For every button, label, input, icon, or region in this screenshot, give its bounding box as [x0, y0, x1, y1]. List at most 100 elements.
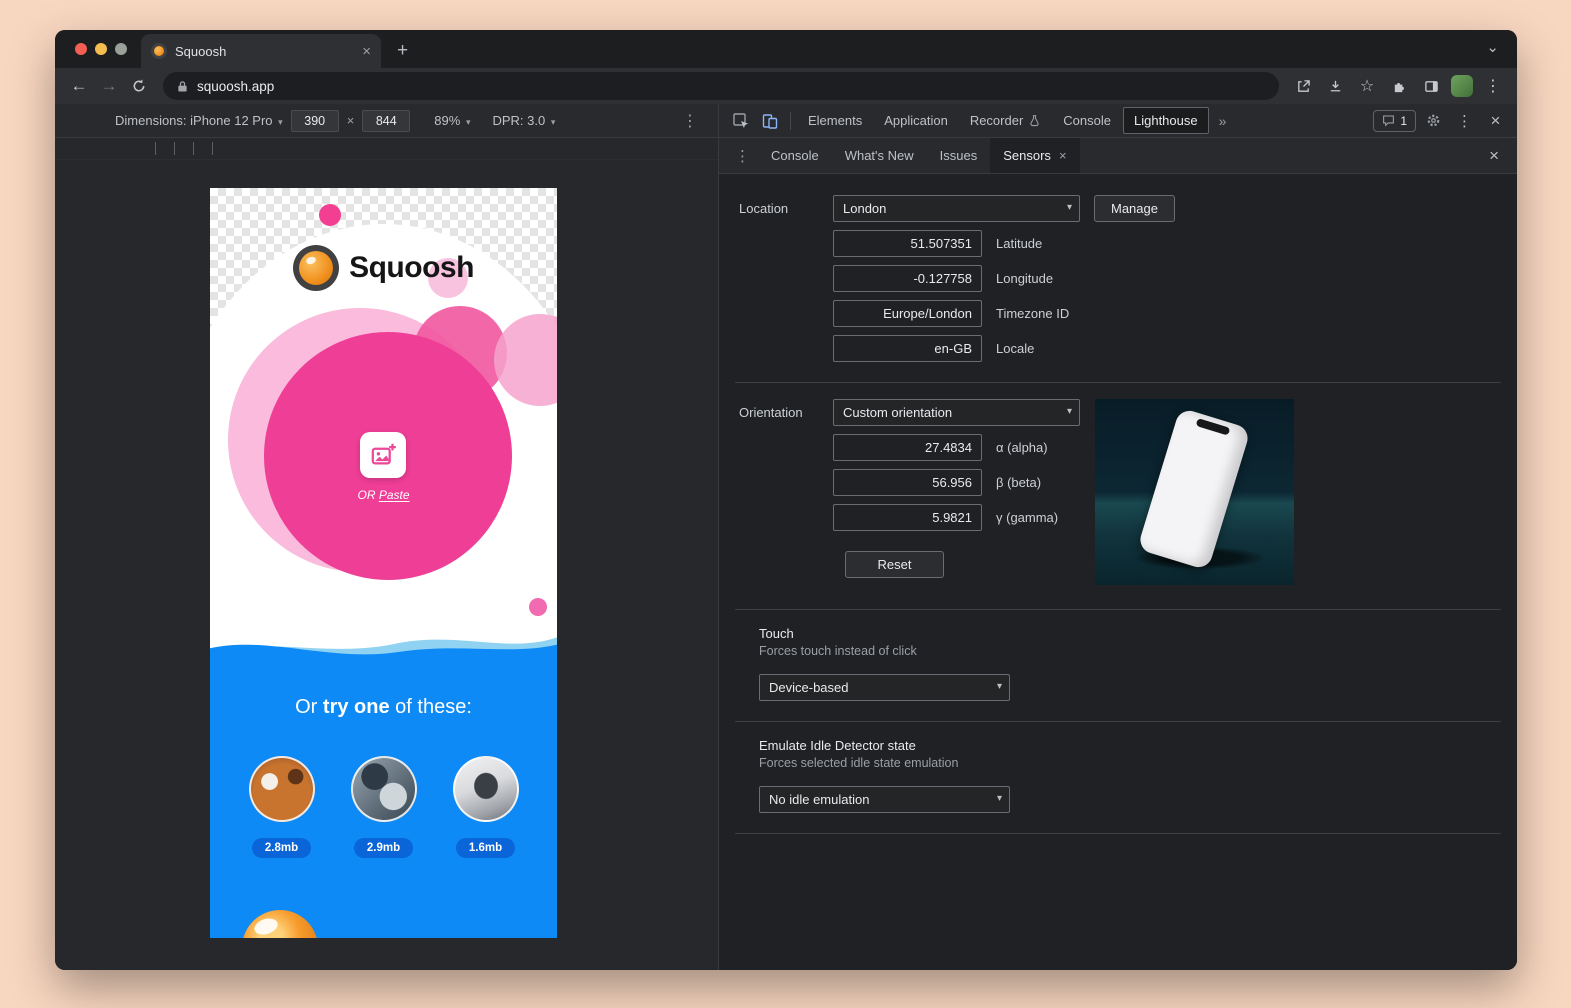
idle-title: Emulate Idle Detector state: [759, 738, 1517, 753]
idle-description: Forces selected idle state emulation: [759, 756, 1517, 770]
section-divider: [735, 382, 1501, 383]
close-devtools-icon[interactable]: ×: [1482, 108, 1509, 134]
tab-close-icon[interactable]: ×: [362, 44, 371, 59]
idle-value: No idle emulation: [769, 792, 869, 807]
dpr-select[interactable]: DPR: 3.0 ▾: [492, 113, 555, 128]
timezone-input[interactable]: [833, 300, 982, 327]
touch-group: Touch Forces touch instead of click Devi…: [739, 626, 1517, 701]
tab-search-chevron-icon[interactable]: ⌄: [1486, 38, 1499, 56]
touch-select[interactable]: Device-based ▾: [759, 674, 1010, 701]
open-in-new-icon[interactable]: [1289, 73, 1317, 99]
touch-description: Forces touch instead of click: [759, 644, 1517, 658]
locale-input[interactable]: [833, 335, 982, 362]
dropdown-arrow-icon: ▾: [997, 681, 1002, 692]
squoosh-wordmark: Squoosh: [349, 251, 474, 285]
dropdown-arrow-icon: ▾: [466, 117, 471, 127]
alpha-input[interactable]: [833, 434, 982, 461]
squoosh-app-viewport: Squoosh: [210, 188, 557, 938]
sample-item: 2.8mb: [249, 756, 315, 858]
tab-recorder-label: Recorder: [970, 113, 1023, 128]
alpha-label: α (alpha): [996, 440, 1048, 455]
drawer-menu-icon[interactable]: ⋮: [727, 138, 758, 173]
sample-photo-panda[interactable]: [249, 756, 315, 822]
url-text: squoosh.app: [197, 79, 274, 94]
sample-photo-phone[interactable]: [453, 756, 519, 822]
location-select[interactable]: London ▾: [833, 195, 1080, 222]
address-bar[interactable]: squoosh.app: [163, 72, 1279, 100]
viewport-height-input[interactable]: [362, 110, 410, 132]
drawer-tab-console[interactable]: Console: [758, 138, 832, 173]
gamma-input[interactable]: [833, 504, 982, 531]
zoom-select[interactable]: 89% ▾: [434, 113, 470, 128]
drop-prefix: OR: [357, 488, 378, 502]
tab-application[interactable]: Application: [874, 106, 958, 135]
device-toolbar-menu-icon[interactable]: ⋮: [682, 111, 698, 131]
drawer-tab-whats-new[interactable]: What's New: [832, 138, 927, 173]
browser-menu-icon[interactable]: ⋮: [1479, 73, 1507, 99]
phone-notch: [1196, 418, 1231, 436]
tab-elements[interactable]: Elements: [798, 106, 872, 135]
select-image-button[interactable]: [360, 432, 406, 478]
inspect-element-icon[interactable]: [727, 108, 754, 134]
forward-button[interactable]: →: [95, 72, 123, 100]
manage-button[interactable]: Manage: [1094, 195, 1175, 222]
zoom-value: 89%: [434, 113, 460, 128]
beta-input[interactable]: [833, 469, 982, 496]
device-toolbar-toggle-icon[interactable]: [756, 108, 783, 134]
sensors-panel: Location London ▾ Manage Latitude Longit…: [719, 174, 1517, 970]
device-dimensions-select[interactable]: Dimensions: iPhone 12 Pro ▾: [115, 113, 283, 128]
reload-button[interactable]: [125, 72, 153, 100]
size-badge: 2.9mb: [354, 838, 413, 858]
close-window-button[interactable]: [75, 43, 87, 55]
idle-select[interactable]: No idle emulation ▾: [759, 786, 1010, 813]
reset-button[interactable]: Reset: [845, 551, 944, 578]
viewport-width-input[interactable]: [291, 110, 339, 132]
back-button[interactable]: ←: [65, 72, 93, 100]
experiment-flask-icon: [1028, 114, 1041, 127]
minimize-window-button[interactable]: [95, 43, 107, 55]
window-controls: [75, 43, 127, 55]
drawer-tab-sensors[interactable]: Sensors ×: [990, 138, 1079, 173]
close-sensors-tab-icon[interactable]: ×: [1059, 148, 1067, 163]
browser-action-icons: ☆ ⋮: [1289, 73, 1507, 99]
settings-gear-icon[interactable]: [1420, 108, 1447, 134]
devtools-panel: Elements Application Recorder Console Li…: [719, 104, 1517, 970]
tab-console[interactable]: Console: [1053, 106, 1121, 135]
devtools-toolbar-right: 1 ⋮ ×: [1373, 108, 1509, 134]
more-tabs-icon[interactable]: »: [1211, 113, 1235, 129]
sample-photo-dog[interactable]: [351, 756, 417, 822]
device-toolbar: Dimensions: iPhone 12 Pro ▾ × 89% ▾ DPR:…: [55, 104, 718, 138]
try-one-text: Or try one of these:: [210, 696, 557, 719]
extensions-puzzle-icon[interactable]: [1385, 73, 1413, 99]
sample-item: 1.6mb: [453, 756, 519, 858]
orientation-label: Orientation: [739, 399, 833, 589]
touch-title: Touch: [759, 626, 1517, 641]
devtools-menu-icon[interactable]: ⋮: [1451, 108, 1478, 134]
beta-label: β (beta): [996, 475, 1041, 490]
side-panel-icon[interactable]: [1417, 73, 1445, 99]
orientation-3d-preview[interactable]: [1095, 399, 1294, 585]
zoom-window-button[interactable]: [115, 43, 127, 55]
new-tab-button[interactable]: +: [397, 40, 408, 62]
window-content: Dimensions: iPhone 12 Pro ▾ × 89% ▾ DPR:…: [55, 104, 1517, 970]
device-dimensions-label: Dimensions: iPhone 12 Pro: [115, 113, 273, 128]
paste-link[interactable]: Paste: [379, 488, 410, 502]
tab-recorder[interactable]: Recorder: [960, 106, 1051, 135]
bookmark-star-icon[interactable]: ☆: [1353, 73, 1381, 99]
latitude-input[interactable]: [833, 230, 982, 257]
tab-lighthouse[interactable]: Lighthouse: [1123, 107, 1209, 134]
profile-avatar[interactable]: [1451, 75, 1473, 97]
section-divider: [735, 833, 1501, 834]
orientation-select[interactable]: Custom orientation ▾: [833, 399, 1080, 426]
browser-window: Squoosh × + ⌄ ← → squoosh.app ☆: [55, 30, 1517, 970]
close-drawer-icon[interactable]: ×: [1479, 138, 1509, 173]
issues-counter-button[interactable]: 1: [1373, 110, 1416, 132]
sample-item: 2.9mb: [351, 756, 417, 858]
gamma-label: γ (gamma): [996, 510, 1058, 525]
install-icon[interactable]: [1321, 73, 1349, 99]
pink-dot: [319, 204, 341, 226]
drawer-tab-issues[interactable]: Issues: [927, 138, 991, 173]
dropdown-arrow-icon: ▾: [997, 793, 1002, 804]
longitude-input[interactable]: [833, 265, 982, 292]
browser-tab-squoosh[interactable]: Squoosh ×: [141, 34, 381, 68]
